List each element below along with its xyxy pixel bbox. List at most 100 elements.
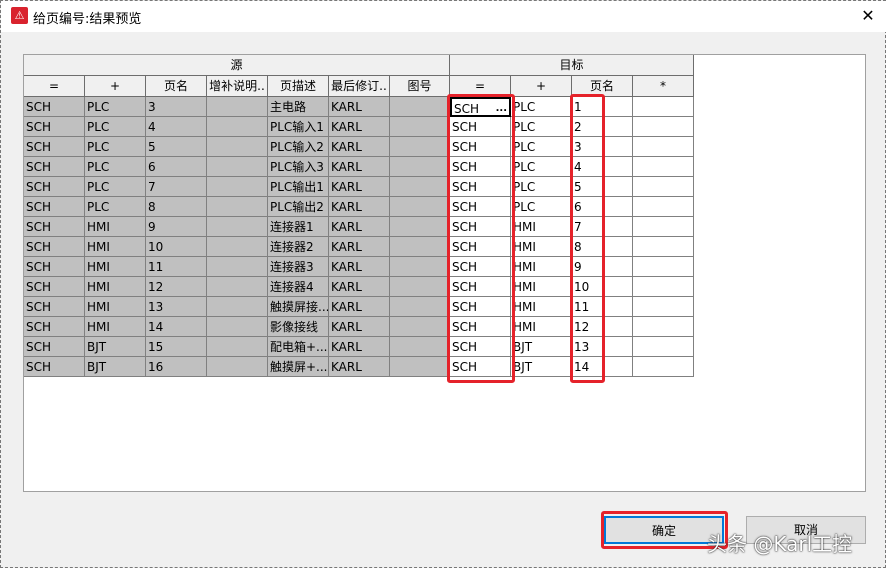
target-cell[interactable]: HMI <box>511 277 572 297</box>
target-cell[interactable] <box>633 297 694 317</box>
target-cell[interactable] <box>633 137 694 157</box>
title-bar: ⚠ 给页编号:结果预览 ✕ <box>1 1 886 32</box>
source-cell: KARL <box>329 357 390 377</box>
target-cell[interactable]: 2 <box>572 117 633 137</box>
source-cell: 配电箱+... <box>268 337 329 357</box>
column-header[interactable]: 最后修订.. <box>329 76 390 97</box>
target-cell[interactable]: PLC <box>511 177 572 197</box>
source-cell: KARL <box>329 277 390 297</box>
target-cell[interactable] <box>633 277 694 297</box>
source-cell: KARL <box>329 257 390 277</box>
target-cell[interactable]: HMI <box>511 317 572 337</box>
source-cell: 主电路 <box>268 97 329 117</box>
target-cell[interactable] <box>633 117 694 137</box>
target-cell[interactable]: HMI <box>511 237 572 257</box>
target-cell[interactable]: BJT <box>511 337 572 357</box>
column-header[interactable]: = <box>450 76 511 97</box>
column-header[interactable]: 页描述 <box>268 76 329 97</box>
target-cell[interactable]: 11 <box>572 297 633 317</box>
target-cell[interactable] <box>633 97 694 117</box>
source-cell: PLC输入3 <box>268 157 329 177</box>
source-cell <box>207 237 268 257</box>
target-cell[interactable]: SCH <box>450 317 511 337</box>
target-cell[interactable]: SCH <box>450 237 511 257</box>
target-cell[interactable]: BJT <box>511 357 572 377</box>
target-cell[interactable]: SCH <box>450 297 511 317</box>
source-cell <box>207 277 268 297</box>
target-cell[interactable]: PLC <box>511 197 572 217</box>
target-cell[interactable]: SCH <box>450 177 511 197</box>
target-cell[interactable]: HMI <box>511 217 572 237</box>
target-cell[interactable]: SCH <box>450 217 511 237</box>
target-cell[interactable]: SCH <box>450 197 511 217</box>
target-cell[interactable] <box>633 257 694 277</box>
target-cell[interactable]: 4 <box>572 157 633 177</box>
target-cell[interactable]: SCH <box>450 277 511 297</box>
target-cell[interactable] <box>633 177 694 197</box>
target-cell[interactable]: 1 <box>572 97 633 117</box>
column-header[interactable]: = <box>24 76 85 97</box>
source-cell: 连接器1 <box>268 217 329 237</box>
source-cell <box>207 297 268 317</box>
target-cell[interactable] <box>633 357 694 377</box>
source-cell <box>390 157 450 177</box>
target-cell[interactable] <box>633 317 694 337</box>
target-cell[interactable]: HMI <box>511 257 572 277</box>
source-cell <box>207 197 268 217</box>
column-header[interactable]: + <box>511 76 572 97</box>
source-cell: SCH <box>24 257 85 277</box>
target-cell[interactable]: SCH <box>450 157 511 177</box>
cancel-button[interactable]: 取消 <box>746 516 866 544</box>
target-cell[interactable] <box>633 197 694 217</box>
column-header[interactable]: 图号 <box>390 76 450 97</box>
source-cell: HMI <box>85 297 146 317</box>
source-cell: 5 <box>146 137 207 157</box>
source-cell <box>207 257 268 277</box>
close-button[interactable]: ✕ <box>855 3 881 29</box>
target-cell[interactable]: 8 <box>572 237 633 257</box>
target-cell[interactable] <box>633 337 694 357</box>
ellipsis-button[interactable]: ... <box>496 99 507 115</box>
target-cell[interactable]: 5 <box>572 177 633 197</box>
target-cell[interactable] <box>633 157 694 177</box>
target-cell[interactable]: 3 <box>572 137 633 157</box>
source-cell: KARL <box>329 297 390 317</box>
target-cell[interactable]: PLC <box>511 157 572 177</box>
target-cell[interactable]: 13 <box>572 337 633 357</box>
column-header[interactable]: 页名 <box>572 76 633 97</box>
target-cell[interactable]: 12 <box>572 317 633 337</box>
column-header[interactable]: 增补说明.. <box>207 76 268 97</box>
target-cell[interactable]: 14 <box>572 357 633 377</box>
target-cell[interactable]: 6 <box>572 197 633 217</box>
source-cell: SCH <box>24 157 85 177</box>
target-cell[interactable]: 10 <box>572 277 633 297</box>
source-cell <box>390 317 450 337</box>
target-cell[interactable]: 9 <box>572 257 633 277</box>
column-header[interactable]: * <box>633 76 694 97</box>
source-cell <box>390 257 450 277</box>
target-cell[interactable]: PLC <box>511 97 572 117</box>
target-cell[interactable]: SCH <box>450 117 511 137</box>
source-cell <box>390 177 450 197</box>
source-cell: 13 <box>146 297 207 317</box>
target-cell[interactable]: PLC <box>511 117 572 137</box>
column-header[interactable]: 页名 <box>146 76 207 97</box>
target-cell[interactable]: SCH <box>450 337 511 357</box>
target-cell[interactable]: PLC <box>511 137 572 157</box>
source-cell <box>207 337 268 357</box>
source-cell: SCH <box>24 217 85 237</box>
target-cell[interactable]: SCH <box>450 357 511 377</box>
ok-button[interactable]: 确定 <box>604 516 724 544</box>
target-cell[interactable]: 7 <box>572 217 633 237</box>
source-cell: SCH <box>24 237 85 257</box>
target-cell[interactable]: HMI <box>511 297 572 317</box>
source-cell: PLC <box>85 97 146 117</box>
target-cell[interactable]: SCH... <box>450 97 511 117</box>
column-header[interactable]: + <box>85 76 146 97</box>
target-cell[interactable]: SCH <box>450 257 511 277</box>
source-cell: SCH <box>24 297 85 317</box>
target-cell[interactable]: SCH <box>450 137 511 157</box>
target-cell[interactable] <box>633 237 694 257</box>
source-cell: BJT <box>85 357 146 377</box>
target-cell[interactable] <box>633 217 694 237</box>
